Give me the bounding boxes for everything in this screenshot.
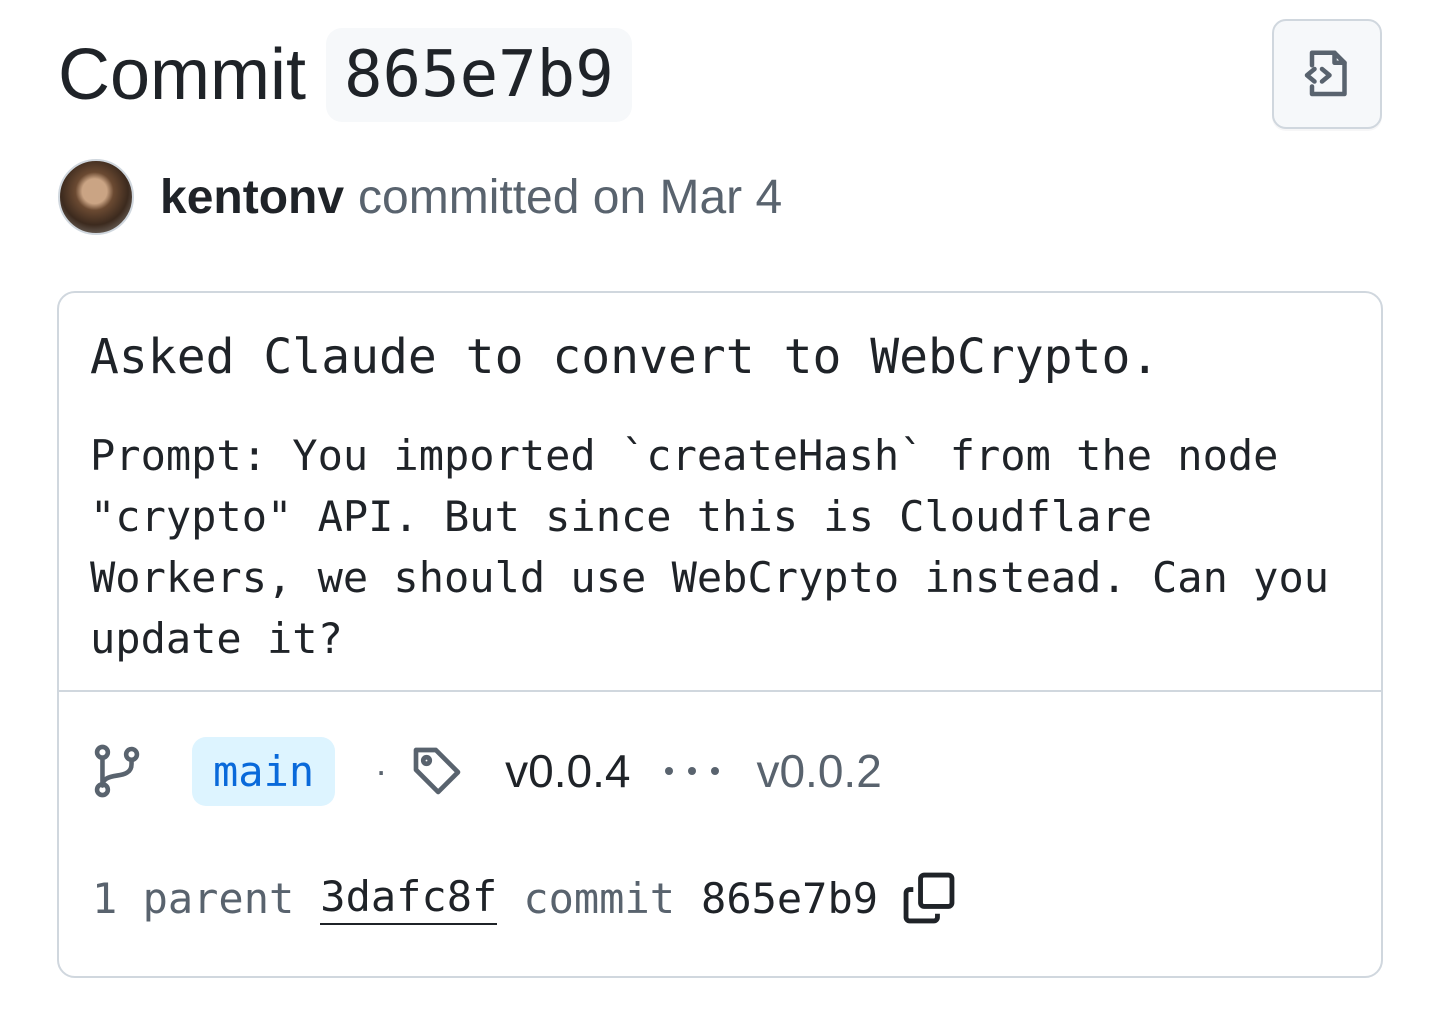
refs-row: main · v0.0.4 v0.0.2 [92,733,882,809]
parent-count: 1 parent [92,873,295,923]
tag-link-current[interactable]: v0.0.4 [505,744,630,798]
commit-date: committed on Mar 4 [358,170,783,224]
file-code-icon [1304,50,1347,97]
commit-message-body: Prompt: You imported `createHash` from t… [90,431,1330,663]
avatar[interactable] [58,159,134,235]
branch-link-main[interactable]: main [192,736,336,806]
commit-header: Commit 865e7b9 [58,14,632,136]
commit-sha-value: 865e7b9 [701,873,879,923]
separator: · [375,750,388,791]
parent-sha-link[interactable]: 3dafc8f [320,872,498,925]
browse-files-button[interactable] [1272,19,1382,129]
tag-link-other[interactable]: v0.0.2 [756,744,881,798]
commit-message-title: Asked Claude to convert to WebCrypto. [90,329,1160,385]
page-title: Commit [58,35,306,115]
tag-icon [409,743,465,799]
author-name-link[interactable]: kentonv [160,170,344,225]
commit-sha-heading: 865e7b9 [326,28,632,122]
commit-label: commit [523,873,676,923]
divider [59,690,1381,692]
copy-icon[interactable] [900,869,958,927]
sha-row: 1 parent 3dafc8f commit 865e7b9 [92,865,958,931]
author-row: kentonv committed on Mar 4 [58,158,782,236]
commit-card: Asked Claude to convert to WebCrypto. Pr… [57,291,1383,978]
git-branch-icon [94,744,140,798]
kebab-horizontal-icon[interactable] [662,764,722,778]
